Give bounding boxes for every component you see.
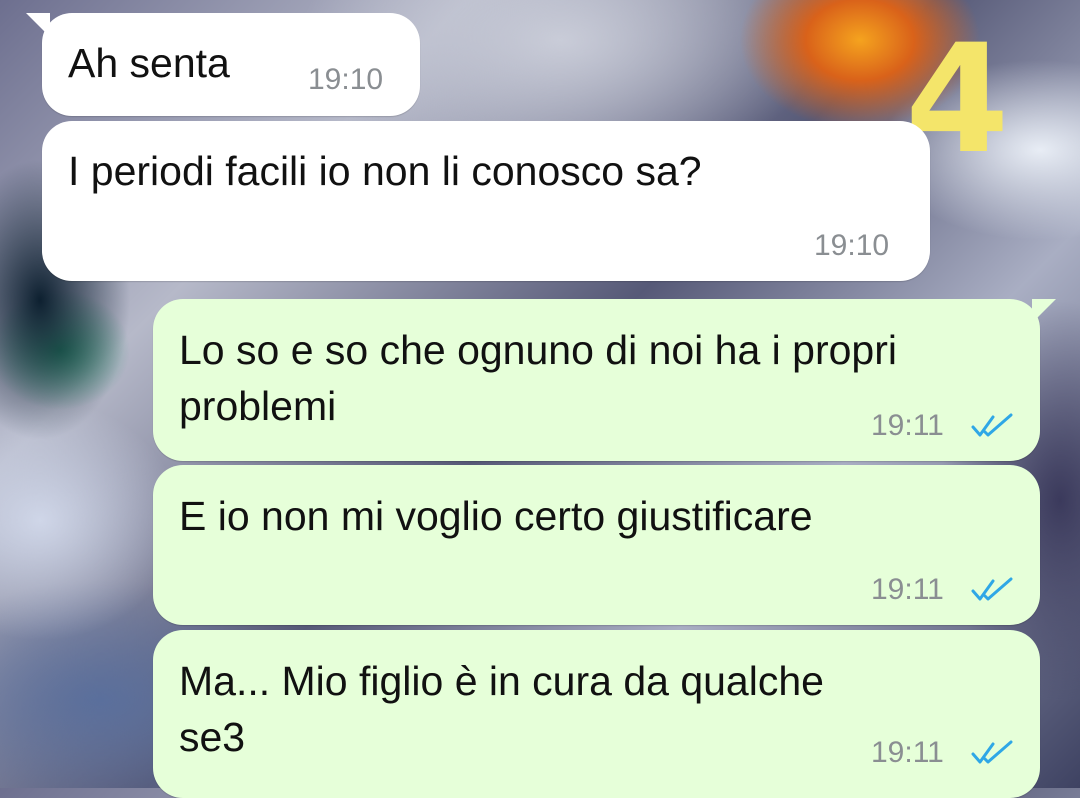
- bubble-tail: [26, 13, 50, 37]
- message-text: Ah senta: [68, 40, 230, 86]
- double-check-read-icon: [971, 577, 1013, 601]
- double-check-read-icon: [971, 413, 1013, 437]
- message-text-line-2: se3: [179, 714, 246, 760]
- outgoing-message[interactable]: E io non mi voglio certo giustificare 19…: [153, 465, 1040, 625]
- message-time: 19:11: [871, 409, 944, 442]
- bubble-tail: [1032, 299, 1056, 323]
- incoming-message[interactable]: Ah senta 19:10: [26, 13, 420, 116]
- message-time: 19:11: [871, 736, 944, 769]
- message-time: 19:10: [308, 63, 384, 96]
- outgoing-message[interactable]: Lo so e so che ognuno di noi ha i propri…: [153, 299, 1056, 461]
- message-text: I periodi facili io non li conosco sa?: [68, 148, 702, 194]
- message-text-line-2: problemi: [179, 383, 337, 429]
- message-text: E io non mi voglio certo giustificare: [179, 493, 813, 539]
- message-text-line-1: Lo so e so che ognuno di noi ha i propri: [179, 327, 898, 373]
- double-check-read-icon: [971, 740, 1013, 764]
- message-time: 19:11: [871, 573, 944, 606]
- incoming-message[interactable]: I periodi facili io non li conosco sa? 1…: [42, 121, 930, 281]
- message-text-line-1: Ma... Mio figlio è in cura da qualche: [179, 658, 824, 704]
- message-time: 19:10: [814, 229, 890, 262]
- outgoing-message[interactable]: Ma... Mio figlio è in cura da qualche se…: [153, 630, 1040, 798]
